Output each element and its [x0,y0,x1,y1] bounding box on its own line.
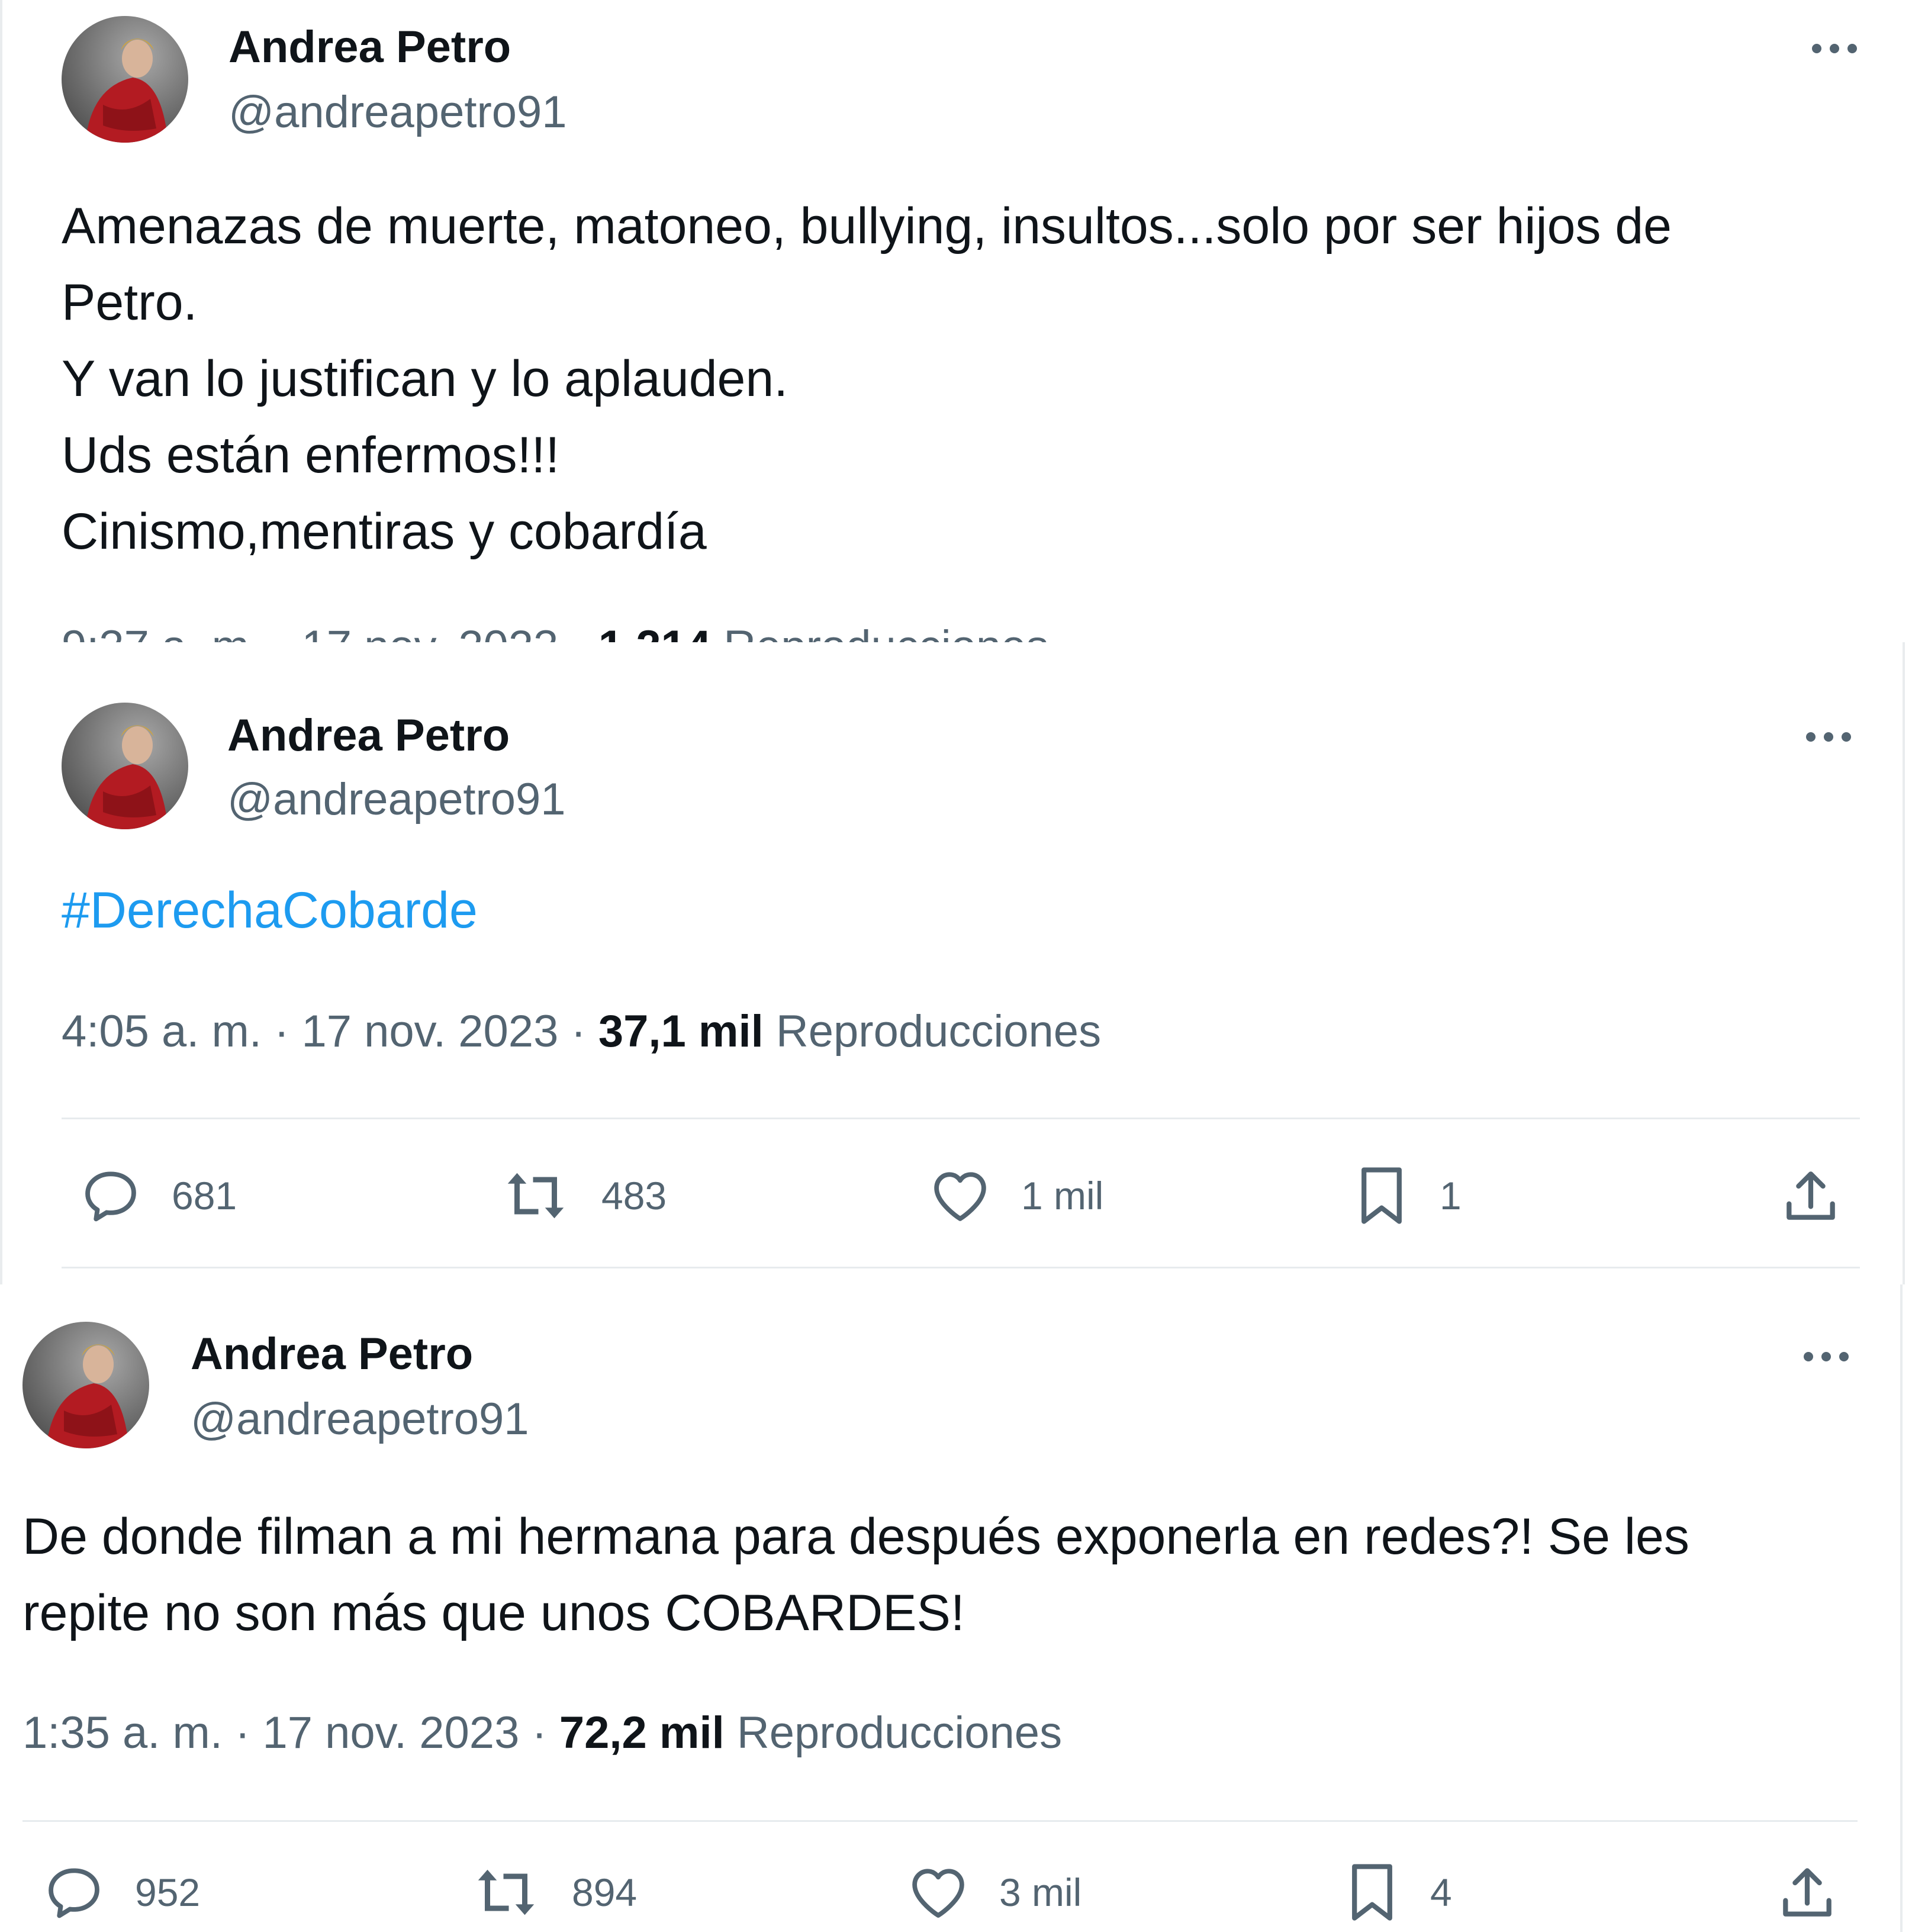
tweet-meta[interactable]: 4:05 a. m. · 17 nov. 2023 · 37,1 mil Rep… [62,1009,1101,1054]
retweet-count: 894 [572,1870,638,1914]
reply-button[interactable]: 681 [78,1163,237,1228]
like-button[interactable]: 1 mil [928,1163,1103,1228]
avatar[interactable] [62,703,188,829]
hashtag-link[interactable]: #DerechaCobarde [62,885,478,936]
more-options-icon[interactable] [1802,725,1855,749]
reply-icon [49,1868,99,1918]
avatar-photo-icon [85,725,168,829]
share-button[interactable] [1778,1163,1843,1228]
tweet-1[interactable]: Andrea Petro @andreapetro91 Amenazas de … [0,0,1903,642]
tweet-meta-clipped: 9:37 a. m. · 17 nov. 2023 · 1.214 Reprod… [62,624,1127,642]
heart-icon [934,1172,986,1221]
reply-button[interactable]: 952 [41,1860,200,1925]
tweet-text: Amenazas de muerte, matoneo, bullying, i… [62,198,1672,560]
bookmark-count: 4 [1430,1870,1452,1914]
views-count: 1.214 [598,624,711,642]
like-count: 1 mil [1021,1174,1104,1218]
more-options-icon[interactable] [1800,1345,1853,1368]
tweet-3[interactable]: Andrea Petro @andreapetro91 De donde fil… [0,1284,1903,1932]
bookmark-icon [1352,1864,1392,1921]
heart-icon [912,1869,964,1918]
divider [62,1118,1860,1119]
bookmark-icon [1361,1167,1402,1224]
like-button[interactable]: 3 mil [906,1860,1081,1925]
bookmark-button[interactable]: 1 [1352,1163,1462,1228]
divider [22,1820,1858,1822]
bookmark-count: 1 [1440,1174,1462,1218]
bookmark-button[interactable]: 4 [1343,1860,1452,1925]
retweet-count: 483 [601,1174,667,1218]
tweet-text: De donde filman a mi hermana para despué… [22,1508,1689,1641]
avatar-photo-icon [85,38,168,143]
tweet-2[interactable]: Andrea Petro @andreapetro91 #DerechaCoba… [0,642,1905,1284]
views-label: Reproducciones [711,624,1048,642]
views-count: 72,2 mil [559,1708,725,1758]
tweet-timestamp[interactable]: 9:37 a. m. · 17 nov. 2023 · [62,624,598,642]
retweet-button[interactable]: 483 [498,1163,667,1228]
display-name[interactable]: Andrea Petro [191,1332,473,1377]
retweet-icon [478,1869,535,1915]
avatar[interactable] [62,16,188,143]
divider [62,1267,1860,1268]
views-label: Reproducciones [724,1708,1063,1758]
share-icon [1783,1868,1831,1917]
tweet-meta[interactable]: 9:37 a. m. · 17 nov. 2023 · 1.214 Reprod… [62,624,1048,642]
retweet-button[interactable]: 894 [469,1860,637,1925]
share-icon [1787,1171,1835,1220]
display-name[interactable]: Andrea Petro [228,25,511,70]
avatar-photo-icon [46,1344,129,1448]
display-name[interactable]: Andrea Petro [227,713,510,758]
user-handle[interactable]: @andreapetro91 [228,90,567,135]
like-count: 3 mil [999,1870,1082,1914]
views-count: 37,1 mil [598,1006,764,1057]
tweet-meta[interactable]: 1:35 a. m. · 17 nov. 2023 · 72,2 mil Rep… [22,1711,1062,1756]
user-handle[interactable]: @andreapetro91 [191,1397,529,1442]
avatar[interactable] [22,1322,149,1448]
more-options-icon[interactable] [1808,37,1861,60]
reply-icon [85,1171,136,1222]
views-label: Reproducciones [763,1006,1102,1057]
reply-count: 681 [172,1174,237,1218]
reply-count: 952 [135,1870,201,1914]
share-button[interactable] [1775,1860,1840,1925]
user-handle[interactable]: @andreapetro91 [227,777,566,822]
tweet-timestamp[interactable]: 1:35 a. m. · 17 nov. 2023 · [22,1708,559,1758]
tweet-timestamp[interactable]: 4:05 a. m. · 17 nov. 2023 · [62,1006,598,1057]
retweet-icon [507,1173,564,1219]
